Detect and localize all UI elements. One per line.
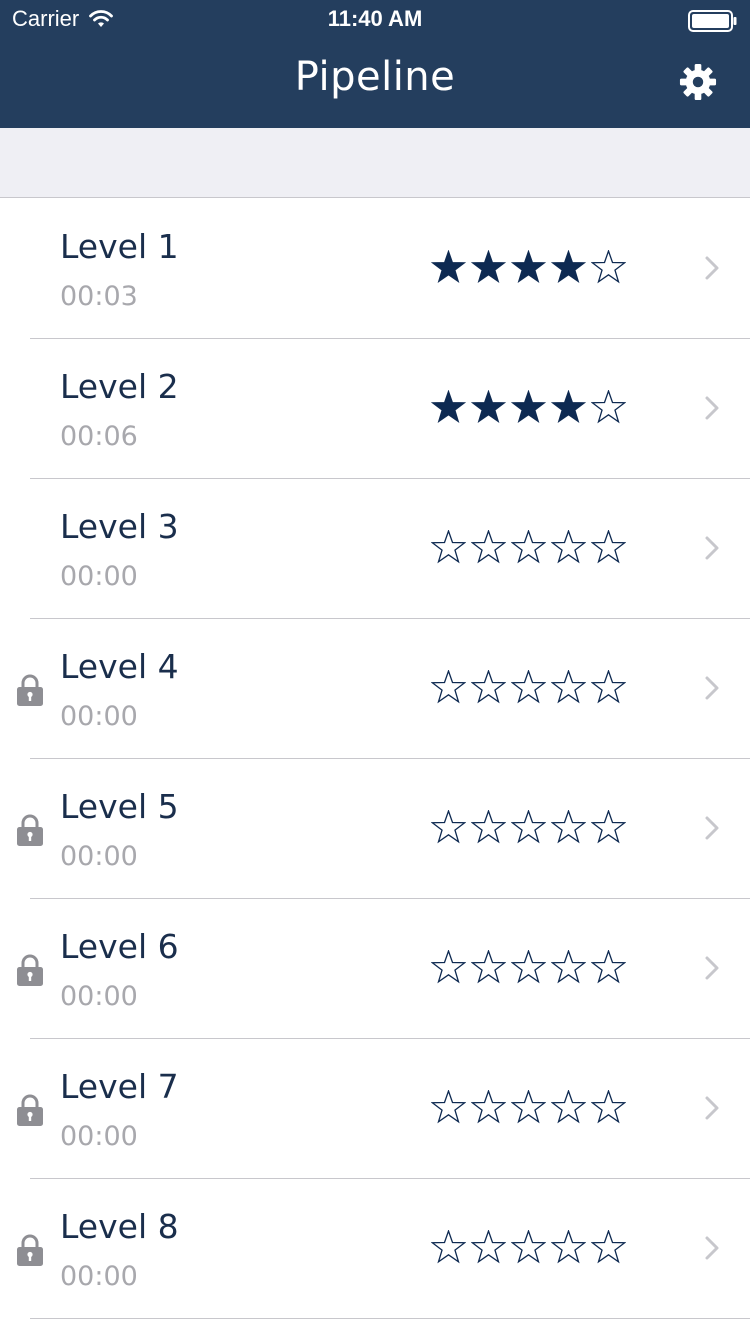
star-outline-icon bbox=[431, 950, 466, 984]
level-row[interactable]: Level 8 00:00 bbox=[0, 1179, 750, 1319]
star-filled-icon bbox=[511, 250, 546, 283]
level-row[interactable]: Level 4 00:00 bbox=[0, 619, 750, 759]
star-outline-icon bbox=[511, 530, 546, 564]
star-outline-icon bbox=[591, 1230, 626, 1264]
level-time: 00:00 bbox=[60, 841, 138, 872]
star-rating bbox=[431, 950, 631, 986]
star-outline-icon bbox=[431, 670, 466, 704]
level-row[interactable]: Level 1 00:03 bbox=[0, 199, 750, 339]
page-title: Pipeline bbox=[294, 54, 456, 100]
level-time: 00:03 bbox=[60, 281, 138, 312]
level-row[interactable]: Level 2 00:06 bbox=[0, 339, 750, 479]
chevron-right-icon bbox=[705, 536, 719, 560]
star-outline-icon bbox=[551, 670, 586, 704]
star-outline-icon bbox=[551, 1230, 586, 1264]
chevron-right-icon bbox=[705, 1236, 719, 1260]
level-time: 00:00 bbox=[60, 1121, 138, 1152]
star-rating bbox=[431, 1230, 631, 1266]
star-outline-icon bbox=[471, 1090, 506, 1124]
level-time: 00:06 bbox=[60, 421, 138, 452]
level-name: Level 1 bbox=[60, 227, 179, 266]
level-time: 00:00 bbox=[60, 981, 138, 1012]
lock-icon bbox=[17, 674, 43, 706]
navigation-bar: Carrier 11:40 AM Pipeline bbox=[0, 0, 750, 128]
lock-icon bbox=[17, 954, 43, 986]
battery-icon bbox=[688, 10, 737, 32]
status-bar: Carrier 11:40 AM bbox=[0, 0, 750, 40]
star-rating bbox=[431, 250, 631, 286]
chevron-right-icon bbox=[705, 1096, 719, 1120]
lock-icon bbox=[17, 1234, 43, 1266]
lock-icon bbox=[17, 1094, 43, 1126]
star-filled-icon bbox=[551, 390, 586, 423]
star-outline-icon bbox=[551, 950, 586, 984]
star-outline-icon bbox=[471, 810, 506, 844]
star-outline-icon bbox=[591, 1090, 626, 1124]
level-time: 00:00 bbox=[60, 561, 138, 592]
star-outline-icon bbox=[431, 1090, 466, 1124]
star-outline-icon bbox=[511, 1090, 546, 1124]
level-name: Level 7 bbox=[60, 1067, 179, 1106]
star-outline-icon bbox=[431, 810, 466, 844]
level-time: 00:00 bbox=[60, 701, 138, 732]
star-outline-icon bbox=[551, 1090, 586, 1124]
level-row[interactable]: Level 7 00:00 bbox=[0, 1039, 750, 1179]
star-outline-icon bbox=[551, 810, 586, 844]
star-filled-icon bbox=[511, 390, 546, 423]
level-row[interactable]: Level 6 00:00 bbox=[0, 899, 750, 1039]
level-time: 00:00 bbox=[60, 1261, 138, 1292]
lock-icon bbox=[17, 814, 43, 846]
star-rating bbox=[431, 670, 631, 706]
chevron-right-icon bbox=[705, 396, 719, 420]
status-time: 11:40 AM bbox=[327, 6, 423, 31]
gear-icon bbox=[679, 63, 717, 101]
star-filled-icon bbox=[471, 250, 506, 283]
star-outline-icon bbox=[511, 670, 546, 704]
star-outline-icon bbox=[511, 1230, 546, 1264]
star-outline-icon bbox=[431, 530, 466, 564]
star-outline-icon bbox=[591, 390, 626, 424]
star-outline-icon bbox=[511, 950, 546, 984]
level-name: Level 6 bbox=[60, 927, 179, 966]
settings-button[interactable] bbox=[678, 62, 718, 102]
level-name: Level 8 bbox=[60, 1207, 179, 1246]
star-outline-icon bbox=[471, 530, 506, 564]
star-outline-icon bbox=[471, 670, 506, 704]
level-name: Level 5 bbox=[60, 787, 179, 826]
star-filled-icon bbox=[431, 390, 466, 423]
star-outline-icon bbox=[591, 810, 626, 844]
chevron-right-icon bbox=[705, 676, 719, 700]
star-filled-icon bbox=[431, 250, 466, 283]
section-header bbox=[0, 128, 750, 198]
star-outline-icon bbox=[511, 810, 546, 844]
star-outline-icon bbox=[431, 1230, 466, 1264]
star-filled-icon bbox=[471, 390, 506, 423]
level-list: Level 1 00:03 Level 2 00:06 Level 3 00:00 Leve… bbox=[0, 199, 750, 1319]
star-outline-icon bbox=[591, 670, 626, 704]
star-outline-icon bbox=[591, 530, 626, 564]
star-outline-icon bbox=[471, 1230, 506, 1264]
star-rating bbox=[431, 810, 631, 846]
star-outline-icon bbox=[551, 530, 586, 564]
chevron-right-icon bbox=[705, 256, 719, 280]
star-outline-icon bbox=[591, 950, 626, 984]
level-name: Level 3 bbox=[60, 507, 179, 546]
chevron-right-icon bbox=[705, 816, 719, 840]
star-outline-icon bbox=[471, 950, 506, 984]
level-row[interactable]: Level 3 00:00 bbox=[0, 479, 750, 619]
level-name: Level 4 bbox=[60, 647, 179, 686]
level-row[interactable]: Level 5 00:00 bbox=[0, 759, 750, 899]
chevron-right-icon bbox=[705, 956, 719, 980]
star-outline-icon bbox=[591, 250, 626, 284]
star-rating bbox=[431, 390, 631, 426]
star-rating bbox=[431, 1090, 631, 1126]
level-name: Level 2 bbox=[60, 367, 179, 406]
star-filled-icon bbox=[551, 250, 586, 283]
star-rating bbox=[431, 530, 631, 566]
